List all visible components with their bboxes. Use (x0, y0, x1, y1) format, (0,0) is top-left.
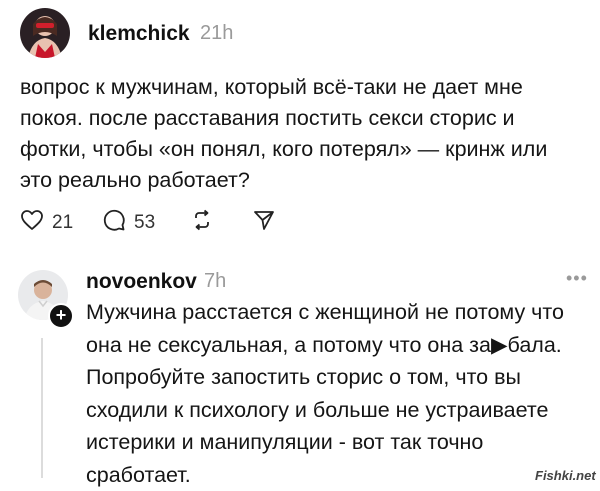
comment-button[interactable]: 53 (102, 208, 155, 237)
repost-icon (190, 208, 214, 237)
share-icon (252, 208, 276, 237)
like-button[interactable]: 21 (20, 208, 73, 237)
post-avatar[interactable] (20, 8, 70, 58)
reply-text: Мужчина расстается с женщиной не потому … (86, 300, 564, 487)
follow-badge[interactable]: + (48, 303, 74, 329)
like-count: 21 (52, 211, 74, 233)
repost-button[interactable] (190, 208, 214, 237)
share-button[interactable] (252, 208, 276, 237)
post-username[interactable]: klemchick (88, 22, 190, 46)
watermark: Fishki.net (535, 468, 596, 483)
comment-count: 53 (134, 211, 156, 233)
reply-username[interactable]: novoenkov (86, 270, 197, 294)
more-options-icon[interactable]: ••• (566, 268, 588, 289)
reply-time: 7h (204, 270, 227, 292)
thread-line (41, 338, 43, 478)
heart-icon (20, 208, 44, 237)
comment-icon (102, 208, 126, 237)
post-text: вопрос к мужчинам, который всё-таки не д… (20, 75, 548, 192)
post-time: 21h (200, 22, 234, 44)
